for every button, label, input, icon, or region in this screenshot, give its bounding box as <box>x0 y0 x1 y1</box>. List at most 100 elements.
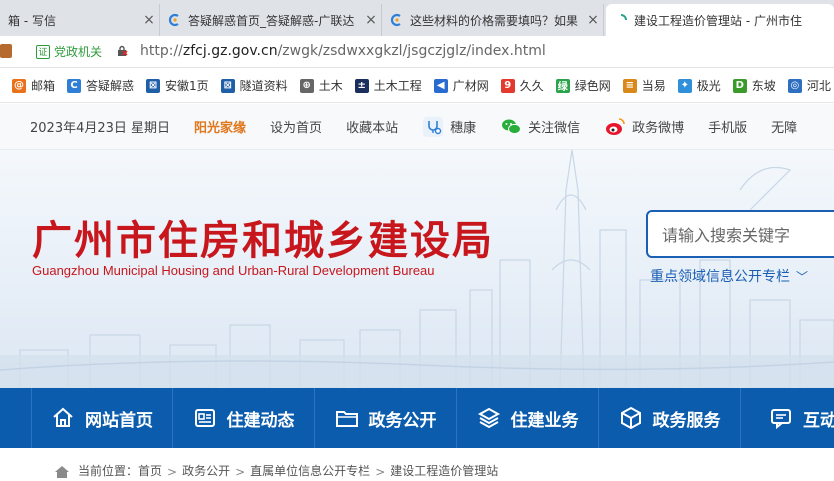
layers-icon <box>477 407 500 429</box>
glodon-icon <box>390 13 401 27</box>
site-subtitle: Guangzhou Municipal Housing and Urban-Ru… <box>32 263 435 278</box>
close-icon[interactable]: × <box>583 12 603 28</box>
set-homepage-link[interactable]: 设为首页 <box>270 117 322 136</box>
breadcrumb-item-current[interactable]: 建设工程造价管理站 <box>390 462 498 479</box>
bookmark-item[interactable]: 绿绿色网 <box>555 77 611 94</box>
url-input[interactable]: http://zfcj.gz.gov.cn/zwgk/zsdwxxgkzl/js… <box>140 43 546 59</box>
nav-gov-affairs[interactable]: 政务公开 <box>315 388 457 448</box>
sunshine-home-link[interactable]: 阳光家缘 <box>194 117 246 136</box>
breadcrumb-item-home[interactable]: 首页 <box>138 462 162 479</box>
breadcrumb-separator: > <box>167 465 178 479</box>
bookmark-item[interactable]: ◎ 河北 <box>787 77 831 94</box>
breadcrumb-item-gov-affairs[interactable]: 政务公开 <box>182 462 230 479</box>
bookmark-item[interactable]: ✦ 极光 <box>677 77 721 94</box>
weibo-label: 政务微博 <box>632 121 685 136</box>
nav-services[interactable]: 政务服务 <box>599 388 741 448</box>
breadcrumb: 当前位置： 首页 > 政务公开 > 直属单位信息公开专栏 > 建设工程造价管理站 <box>0 448 834 481</box>
bookmark-label: 久久 <box>519 79 544 93</box>
close-icon[interactable]: × <box>139 12 159 28</box>
browser-tab-mail[interactable]: 箱 - 写信 × <box>0 4 160 36</box>
nav-label: 住建业务 <box>510 410 579 431</box>
browser-tab-question[interactable]: 这些材料的价格需要填吗？如果 × <box>382 4 604 36</box>
mail-icon: @ <box>12 78 26 93</box>
wechat-link[interactable]: 关注微信 <box>500 116 580 138</box>
focus-disclosure-link[interactable]: 重点领域信息公开专栏 ﹀ <box>650 266 808 286</box>
bookmark-label: 隧道资料 <box>239 79 288 93</box>
aurora-icon: ✦ <box>677 78 692 93</box>
bookmark-label: 河北 <box>806 79 831 93</box>
bookmark-item[interactable]: ⊕ 土木 <box>299 77 343 94</box>
breadcrumb-separator: > <box>375 465 386 479</box>
gov-site-badge-label: 党政机关 <box>54 45 103 59</box>
breadcrumb-prefix: 当前位置： <box>78 464 139 478</box>
browser-tab-answers[interactable]: 答疑解惑首页_答疑解惑-广联达 × <box>160 4 382 36</box>
bookmark-item[interactable]: ± 土木工程 <box>354 77 422 94</box>
breadcrumb-item-affiliated[interactable]: 直属单位信息公开专栏 <box>250 462 370 479</box>
cube-icon <box>620 406 641 430</box>
nav-label: 网站首页 <box>85 410 153 431</box>
close-icon[interactable]: × <box>361 12 381 28</box>
nav-interaction[interactable]: 互动交 <box>741 388 834 448</box>
extension-icon[interactable] <box>0 44 12 58</box>
chevron-down-icon: ﹀ <box>796 269 809 284</box>
search-input[interactable]: 请输入搜索关键字 <box>646 210 834 258</box>
current-date: 2023年4月23日 星期日 <box>30 121 171 136</box>
green-icon: 绿 <box>555 78 570 93</box>
news-icon <box>194 409 215 427</box>
weibo-link[interactable]: 政务微博 <box>604 116 684 138</box>
suikang-link[interactable]: 穗康 <box>422 116 476 138</box>
mobile-version-link[interactable]: 手机版 <box>708 117 747 136</box>
focus-disclosure-label: 重点领域信息公开专栏 <box>650 269 790 285</box>
accessibility-link[interactable]: 无障 <box>771 117 797 136</box>
home-icon <box>55 466 69 478</box>
glodon-icon <box>168 13 179 27</box>
nav-label: 政务公开 <box>368 410 437 431</box>
bookmark-label: 东坡 <box>751 79 776 93</box>
main-navigation: 网站首页 住建动态 政务公开 住建业务 政务服务 互动交 <box>0 388 834 448</box>
url-domain: zfcj.gz.gov.cn <box>182 43 278 59</box>
bookmark-label: 安徽1页 <box>165 79 209 93</box>
grid-icon: ⊠ <box>146 78 161 93</box>
glodon-icon: C <box>67 78 82 93</box>
bookmark-site-link[interactable]: 收藏本站 <box>346 117 398 136</box>
globe-icon: ⊕ <box>299 78 314 93</box>
wechat-icon <box>502 119 522 134</box>
bookmark-item[interactable]: C 答疑解惑 <box>67 77 134 94</box>
breadcrumb-separator: > <box>235 465 246 479</box>
bookmark-item[interactable]: ⊠ 隧道资料 <box>220 77 288 94</box>
tab-label: 箱 - 写信 <box>8 13 56 28</box>
gov-site-badge[interactable]: 证 党政机关 <box>36 43 102 60</box>
bookmark-item[interactable]: D 东坡 <box>732 77 776 94</box>
gcw-icon: ◀ <box>433 78 448 93</box>
bookmark-item[interactable]: ◀ 广材网 <box>433 77 489 94</box>
bookmark-label: 土木 <box>318 79 343 93</box>
suikang-icon <box>423 116 444 137</box>
browser-tab-active[interactable]: 建设工程造价管理站 - 广州市住 <box>606 4 834 36</box>
header-banner: 广州市住房和城乡建设局 Guangzhou Municipal Housing … <box>0 150 834 388</box>
nav-label: 互动交 <box>803 410 834 431</box>
bookmark-label: 邮箱 <box>31 79 56 93</box>
bookmark-label: 当易 <box>641 79 666 93</box>
tab-label: 这些材料的价格需要填吗？如果 <box>410 13 579 28</box>
nav-news[interactable]: 住建动态 <box>173 388 315 448</box>
nav-label: 住建动态 <box>226 410 295 431</box>
browser-tab-strip: 箱 - 写信 × 答疑解惑首页_答疑解惑-广联达 × 这些材料的价格需要填吗？如… <box>0 0 834 36</box>
chat-icon <box>771 409 791 430</box>
bookmark-item[interactable]: ⊠ 安徽1页 <box>146 77 209 94</box>
insecure-lock-icon[interactable] <box>116 45 128 57</box>
nav-home[interactable]: 网站首页 <box>31 388 173 448</box>
bookmark-item[interactable]: @ 邮箱 <box>12 77 55 94</box>
nav-business[interactable]: 住建业务 <box>457 388 599 448</box>
tab-label: 建设工程造价管理站 - 广州市住 <box>634 13 802 28</box>
suikang-label: 穗康 <box>450 121 477 136</box>
loading-icon <box>620 14 627 21</box>
home-icon <box>53 407 73 427</box>
bookmark-label: 广材网 <box>452 79 489 93</box>
jiujiu-icon: 9 <box>500 78 515 93</box>
site-utility-bar: 2023年4月23日 星期日 阳光家缘 设为首页 收藏本站 穗康 关注微信 政务… <box>0 104 834 150</box>
grid-icon: ⊠ <box>220 78 235 93</box>
nav-label: 政务服务 <box>652 410 721 431</box>
bookmark-item[interactable]: 9 久久 <box>500 77 544 94</box>
bookmark-item[interactable]: ≡ 当易 <box>622 77 666 94</box>
url-path: /zwgk/zsdwxxgkzl/jsgczjglz/index.html <box>277 43 546 59</box>
